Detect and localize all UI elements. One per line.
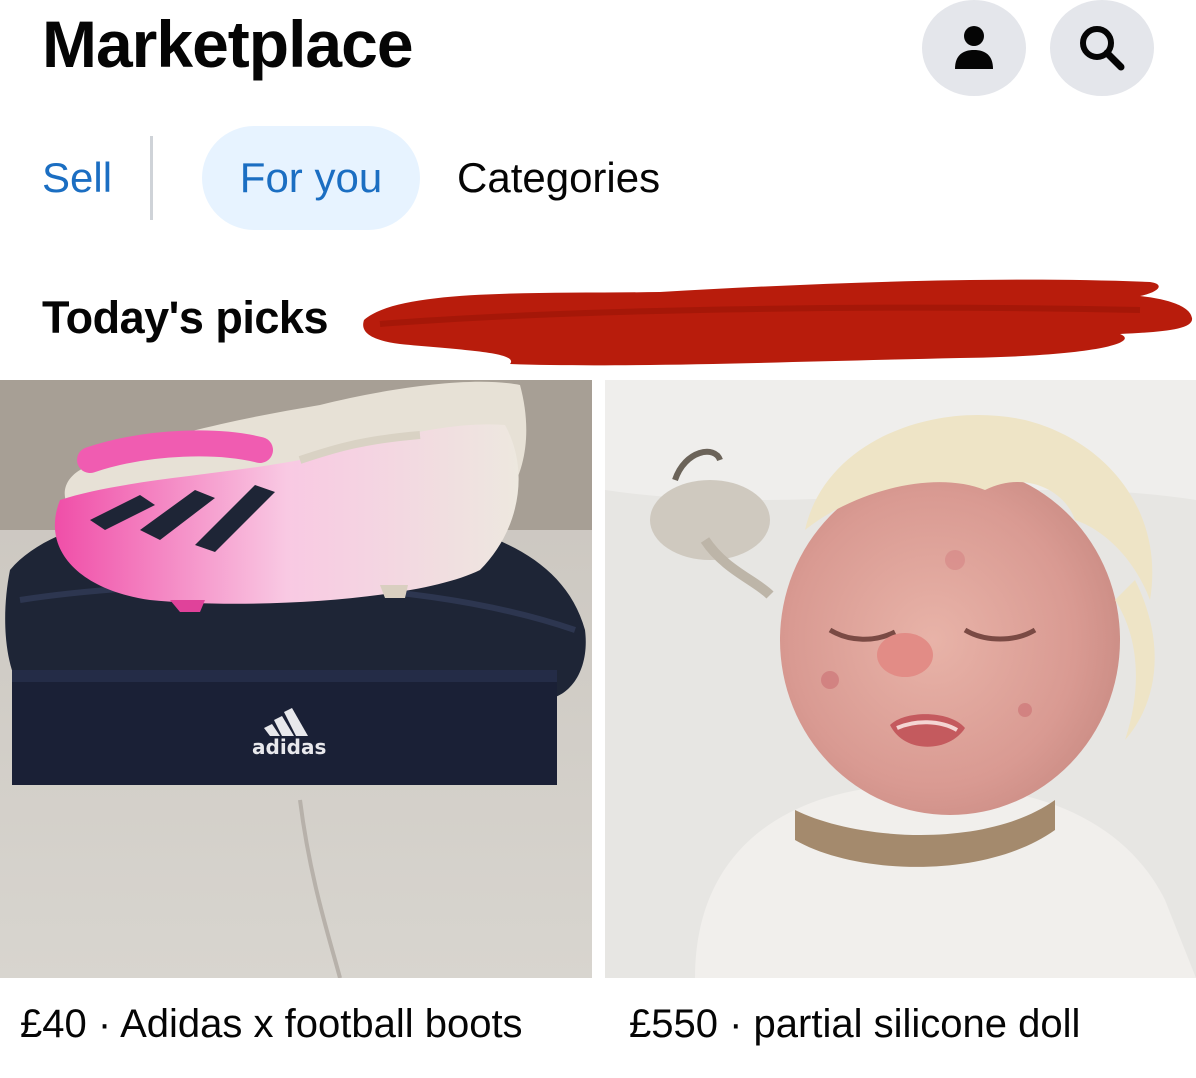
boots-photo-image: adidas [0,380,592,978]
listing-card-silicone-doll[interactable]: £550 · partial silicone doll [605,380,1196,1046]
todays-picks-header: Today's picks [0,270,1196,370]
tab-categories[interactable]: Categories [457,126,660,230]
tab-sell[interactable]: Sell [42,126,112,230]
doll-photo-image [605,380,1196,978]
tab-divider [150,136,153,220]
listing-caption[interactable]: £40 · Adidas x football boots [20,1002,523,1047]
profile-button[interactable] [922,0,1026,96]
section-title: Today's picks [42,292,328,343]
listing-card-football-boots[interactable]: adidas £40 · Adidas x football boots [0,380,592,1046]
svg-text:adidas: adidas [252,735,326,759]
person-icon [955,26,993,69]
listing-caption[interactable]: £550 · partial silicone doll [629,1002,1080,1047]
redaction-scribble [363,279,1193,366]
marketplace-header: Marketplace [0,0,1196,100]
page-title: Marketplace [42,7,414,81]
marketplace-tabs: Sell For you Categories [0,126,1196,230]
tab-for-you[interactable]: For you [202,126,420,230]
search-icon [1080,26,1125,71]
listing-photo-boots[interactable]: adidas [0,380,592,978]
search-button[interactable] [1050,0,1154,96]
listing-photo-doll[interactable] [605,380,1196,978]
